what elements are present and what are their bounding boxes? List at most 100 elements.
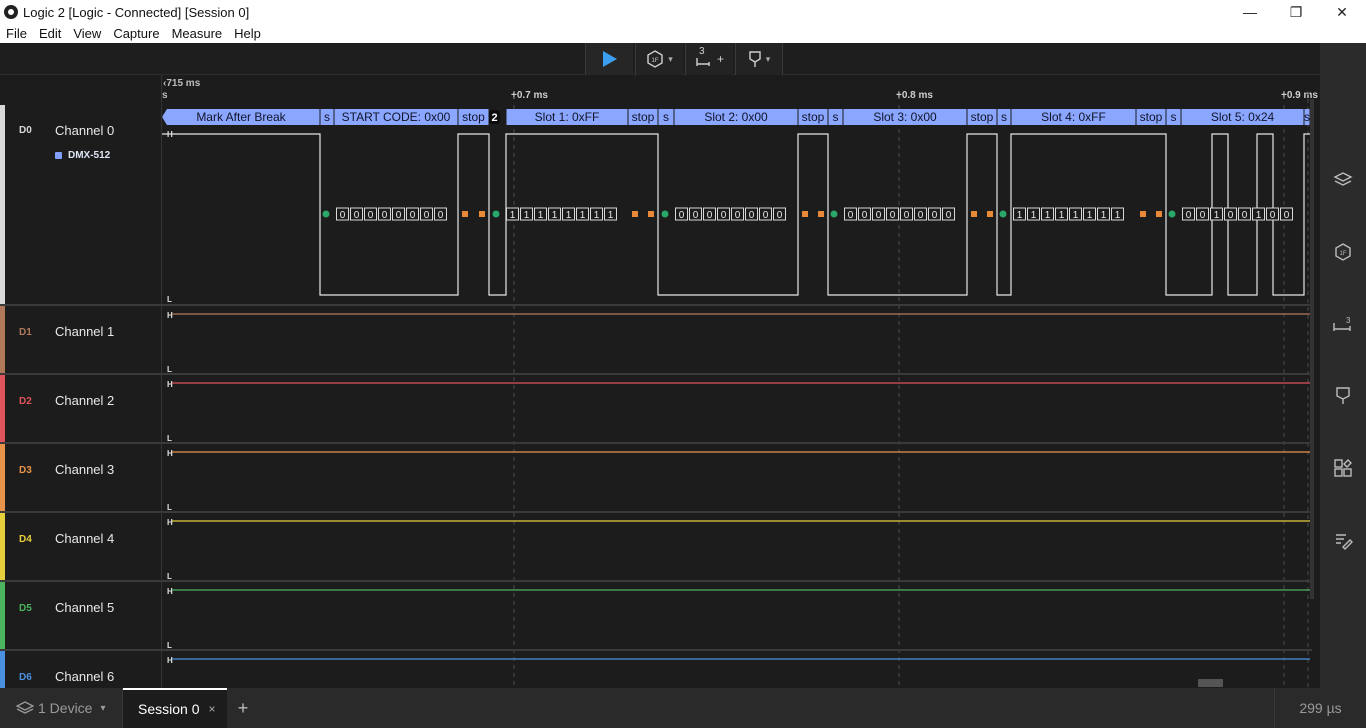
protocol-frame[interactable]: stop	[967, 109, 997, 125]
channel-list: D0 Channel 0 DMX-512 D1 Channel 1 D2 Cha…	[0, 75, 162, 688]
start-bit-marker	[1168, 210, 1176, 218]
protocol-frame[interactable]: Slot 4: 0xFF	[1011, 109, 1136, 125]
menu-file[interactable]: File	[0, 26, 33, 41]
analyzers-icon[interactable]: 1F	[1331, 240, 1355, 264]
analyzer-tag[interactable]: DMX-512	[55, 150, 110, 161]
add-session-button[interactable]: +	[228, 688, 258, 728]
bit-annotations: 0000000011111111000000000000000011111111…	[322, 207, 1293, 221]
channel-id: D0	[19, 125, 32, 136]
bit-value: 1	[1069, 207, 1082, 221]
start-bit-marker	[322, 210, 330, 218]
minimize-button[interactable]: —	[1227, 0, 1273, 24]
level-high-label: H	[167, 587, 173, 596]
menu-capture[interactable]: Capture	[107, 26, 165, 41]
waveform-canvas[interactable]: ‹715 ms s +0.7 ms +0.8 ms +0.9 ms Mark Aft…	[162, 75, 1320, 688]
channel-name[interactable]: Channel 6	[55, 669, 114, 684]
timeline-tick-label: +0.7 ms	[511, 90, 548, 101]
trigger-icon: 1F	[647, 50, 663, 68]
tab-session-0[interactable]: Session 0 ×	[123, 688, 227, 728]
row-separators	[162, 304, 1312, 651]
level-high-label: H	[167, 311, 173, 320]
svg-text:1: 1	[552, 210, 558, 221]
level-high-label: H	[167, 130, 173, 139]
channel-name[interactable]: Channel 2	[55, 393, 114, 408]
trigger-settings-button[interactable]: 1F ▾	[635, 43, 683, 75]
channel-name[interactable]: Channel 1	[55, 324, 114, 339]
bit-value: 0	[773, 207, 786, 221]
svg-text:0: 0	[1270, 210, 1276, 221]
bit-value: 0	[703, 207, 716, 221]
device-selector[interactable]: 1 Device ▾	[0, 688, 123, 728]
protocol-frame[interactable]: Mark After Break	[162, 109, 320, 125]
device-settings-icon[interactable]	[1331, 168, 1355, 192]
svg-text:1: 1	[538, 210, 544, 221]
bit-value: 1	[548, 207, 561, 221]
stop-bit-marker	[802, 211, 808, 217]
measurements-icon[interactable]: 3	[1331, 312, 1355, 336]
bit-value: 1	[1013, 207, 1026, 221]
bottom-bar: 1 Device ▾ Session 0 × + 299 µs	[0, 688, 1366, 728]
menu-help[interactable]: Help	[228, 26, 267, 41]
menu-edit[interactable]: Edit	[33, 26, 67, 41]
close-button[interactable]: ✕	[1319, 0, 1365, 24]
protocol-frame[interactable]: s	[828, 109, 843, 125]
level-labels: HLHLHLHLHLHLH	[167, 130, 173, 665]
protocol-frame[interactable]: Slot 3: 0x00	[843, 109, 967, 125]
channel-row-d1[interactable]: D1 Channel 1	[0, 306, 162, 375]
protocol-frame-label: stop	[1140, 110, 1163, 124]
protocol-frame[interactable]: stop	[798, 109, 828, 125]
protocol-frame[interactable]: Slot 1: 0xFF	[506, 109, 628, 125]
protocol-frame-label: stop	[802, 110, 825, 124]
protocol-frame[interactable]: Slot 5: 0x24	[1181, 109, 1304, 125]
extensions-icon[interactable]	[1331, 456, 1355, 480]
protocol-frame[interactable]: stop	[628, 109, 658, 125]
protocol-frame[interactable]: s	[1166, 109, 1181, 125]
channel-row-d3[interactable]: D3 Channel 3	[0, 444, 162, 513]
protocol-frame[interactable]: s	[1304, 109, 1310, 125]
analyzer-color-swatch	[55, 152, 62, 159]
channel-row-d5[interactable]: D5 Channel 5	[0, 582, 162, 651]
close-tab-icon[interactable]: ×	[208, 702, 215, 716]
protocol-frame[interactable]: START CODE: 0x00	[334, 109, 458, 125]
protocol-frame[interactable]: stop	[458, 109, 489, 125]
start-capture-button[interactable]	[585, 43, 633, 75]
channel-row-d4[interactable]: D4 Channel 4	[0, 513, 162, 582]
horizontal-scrollbar-thumb[interactable]	[1198, 679, 1223, 687]
svg-text:0: 0	[410, 210, 416, 221]
device-label: 1 Device	[38, 700, 93, 716]
channel-name[interactable]: Channel 3	[55, 462, 114, 477]
protocol-frame-label: Slot 2: 0x00	[704, 110, 768, 124]
svg-text:0: 0	[396, 210, 402, 221]
protocol-frames[interactable]: Mark After Break s START CODE: 0x00 stop Slo…	[162, 109, 1310, 125]
channel-name[interactable]: Channel 0	[55, 123, 114, 138]
add-marker-button[interactable]: ▾	[735, 43, 783, 75]
channel-name[interactable]: Channel 4	[55, 531, 114, 546]
menu-measure[interactable]: Measure	[166, 26, 229, 41]
svg-text:0: 0	[707, 210, 713, 221]
start-bit-marker	[830, 210, 838, 218]
marker-badge[interactable]: 2	[489, 110, 500, 124]
channel-name[interactable]: Channel 5	[55, 600, 114, 615]
svg-text:1: 1	[1087, 210, 1093, 221]
protocol-frame[interactable]: s	[658, 109, 674, 125]
waveform-view[interactable]: ‹715 ms s +0.7 ms +0.8 ms +0.9 ms Mark Aft…	[162, 75, 1320, 688]
channel-row-d2[interactable]: D2 Channel 2	[0, 375, 162, 444]
notes-icon[interactable]	[1331, 528, 1355, 552]
bit-value: 0	[406, 207, 419, 221]
bit-value: 0	[858, 207, 871, 221]
maximize-button[interactable]: ❐	[1273, 0, 1319, 24]
protocol-frame[interactable]: stop	[1136, 109, 1166, 125]
menu-view[interactable]: View	[67, 26, 107, 41]
channel-color-strip	[0, 306, 5, 373]
channel-row-d6[interactable]: D6 Channel 6	[0, 651, 162, 688]
protocol-frame[interactable]: Slot 2: 0x00	[674, 109, 798, 125]
channel-row-d0[interactable]: D0 Channel 0 DMX-512	[0, 105, 162, 306]
bit-value: 1	[576, 207, 589, 221]
add-measurement-button[interactable]: 3 +	[685, 43, 733, 75]
vertical-scrollbar[interactable]	[1310, 99, 1314, 599]
timing-markers-icon[interactable]	[1331, 384, 1355, 408]
bit-value: 0	[420, 207, 433, 221]
protocol-frame[interactable]: s	[320, 109, 334, 125]
protocol-frame[interactable]: s	[997, 109, 1011, 125]
protocol-frame-label: stop	[632, 110, 655, 124]
